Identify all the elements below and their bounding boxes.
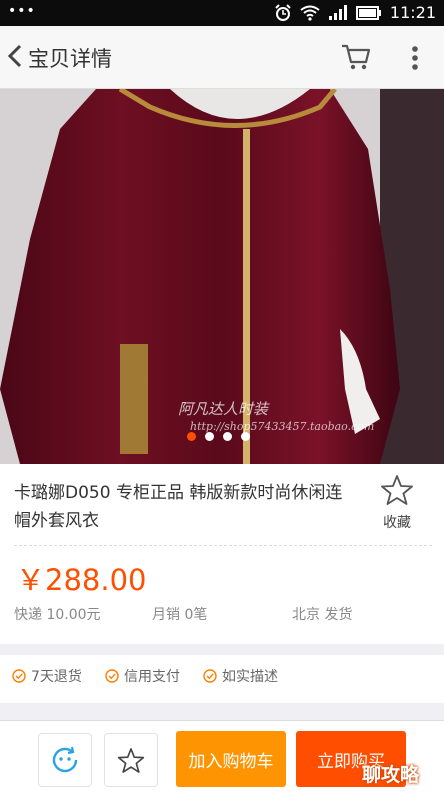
divider: [14, 545, 432, 546]
favorite-button[interactable]: 收藏: [372, 474, 422, 532]
gallery-pager: [187, 432, 250, 441]
corner-watermark: 聊攻略: [362, 764, 420, 786]
pager-dot: [241, 432, 250, 441]
check-circle-icon: [12, 669, 26, 683]
clock-time: 11:21: [389, 3, 436, 22]
star-icon: [117, 747, 145, 773]
pager-dot: [223, 432, 232, 441]
check-circle-icon: [105, 669, 119, 683]
favorite-label: 收藏: [383, 515, 411, 531]
service-item: 如实描述: [203, 666, 278, 686]
shipping-fee: 快递 10.00元: [14, 607, 101, 623]
ship-from: 北京 发货: [292, 607, 353, 623]
nav-bar: 宝贝详情: [0, 26, 444, 89]
monthly-sales: 月销 0笔: [152, 607, 208, 623]
product-price: ￥288.00: [16, 563, 147, 597]
watermark-text: 阿凡达人时装: [178, 400, 269, 418]
notification-dots: •••: [8, 3, 36, 19]
alarm-icon: [275, 3, 291, 21]
add-to-cart-button[interactable]: 加入购物车: [176, 731, 286, 787]
service-item: 7天退货: [12, 666, 82, 686]
service-label: 如实描述: [222, 669, 278, 685]
check-circle-icon: [203, 669, 217, 683]
cart-icon[interactable]: [340, 42, 372, 72]
service-label: 7天退货: [31, 669, 82, 685]
customer-service-button[interactable]: [38, 733, 92, 787]
signal-icon: [328, 4, 347, 20]
wifi-icon: [300, 5, 320, 21]
product-title: 卡璐娜D050 专柜正品 韩版新款时尚休闲连帽外套风衣: [14, 483, 343, 531]
battery-icon: [355, 5, 381, 20]
service-label: 信用支付: [124, 669, 180, 685]
page-title: 宝贝详情: [28, 47, 112, 71]
pager-dot-active: [187, 432, 196, 441]
favorite-shop-button[interactable]: [104, 733, 158, 787]
status-bar: ••• 11:21: [0, 0, 444, 26]
service-item: 信用支付: [105, 666, 180, 686]
star-icon: [381, 475, 413, 505]
back-arrow-icon[interactable]: [6, 44, 26, 68]
more-icon[interactable]: [408, 44, 422, 72]
chat-face-icon: [52, 746, 78, 773]
pager-dot: [205, 432, 214, 441]
